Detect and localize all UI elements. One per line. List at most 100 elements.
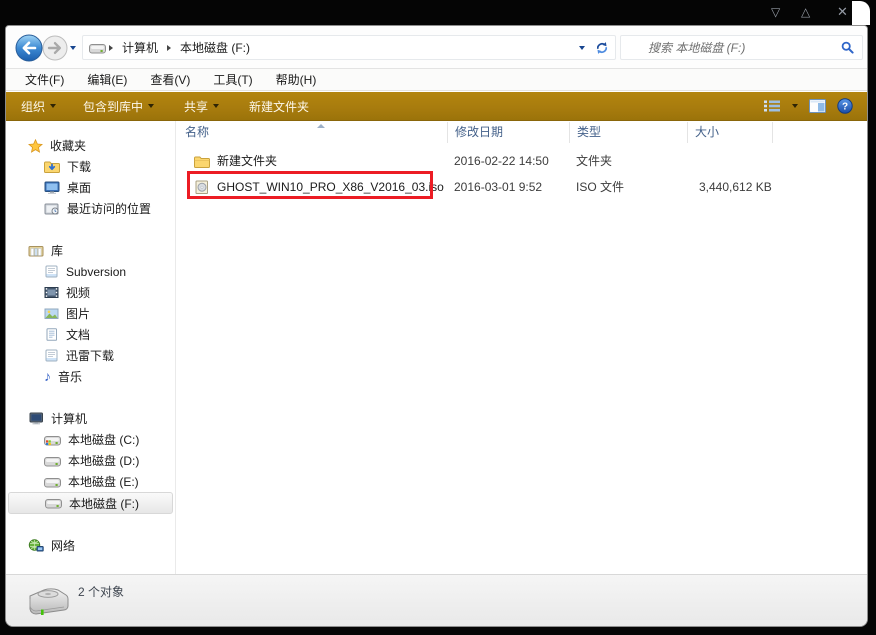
breadcrumb-local-disk-f[interactable]: 本地磁盘 (F:) [174, 37, 256, 58]
system-drive-icon [44, 434, 61, 446]
sidebar-item-music[interactable]: ♪ 音乐 [8, 366, 173, 387]
views-chevron-icon[interactable] [792, 104, 798, 108]
item-count: 2 个对象 [78, 583, 124, 600]
share-button[interactable]: 共享 [184, 98, 219, 115]
file-type: 文件夹 [576, 148, 612, 174]
preview-pane-icon[interactable] [809, 99, 826, 113]
star-icon [28, 139, 43, 153]
refresh-icon[interactable] [595, 41, 609, 55]
chevron-down-icon [213, 104, 219, 108]
column-header-date-modified[interactable]: 修改日期 [447, 121, 569, 144]
sidebar-label: 计算机 [51, 410, 87, 427]
menu-file[interactable]: 文件(F) [18, 69, 71, 90]
svg-text:?: ? [842, 102, 848, 113]
navigation-pane: 收藏夹 下载 [6, 121, 176, 574]
sidebar-item-network[interactable]: 网络 [6, 535, 175, 556]
sort-ascending-icon [317, 124, 325, 128]
sidebar-item-downloads[interactable]: 下载 [8, 156, 173, 177]
search-box[interactable] [620, 35, 863, 60]
window-corner [852, 1, 870, 25]
column-header-name[interactable]: 名称 [177, 121, 447, 144]
include-in-library-button[interactable]: 包含到库中 [83, 98, 154, 115]
network-icon [28, 539, 44, 553]
library-item-icon [44, 265, 59, 278]
sidebar-item-documents[interactable]: 文档 [8, 324, 173, 345]
computer-icon [28, 412, 44, 425]
sidebar-item-libraries[interactable]: 库 [6, 240, 175, 261]
file-type: ISO 文件 [576, 174, 624, 200]
sidebar-item-pictures[interactable]: 图片 [8, 303, 173, 324]
forward-button[interactable] [42, 35, 68, 61]
sidebar-label: 最近访问的位置 [67, 200, 151, 217]
drive-icon [44, 455, 61, 467]
highlight-box [187, 171, 433, 199]
chevron-down-icon [148, 104, 154, 108]
list-view-icon[interactable] [763, 99, 781, 113]
breadcrumb-separator-icon [167, 45, 171, 51]
search-input[interactable] [621, 37, 841, 58]
column-headers: 名称 修改日期 类型 大小 [177, 121, 867, 144]
column-header-size[interactable]: 大小 [687, 121, 772, 144]
sidebar-label: 图片 [66, 305, 90, 322]
menu-edit[interactable]: 编辑(E) [80, 69, 134, 90]
column-header-type[interactable]: 类型 [569, 121, 687, 144]
close-button[interactable]: ✕ [837, 4, 848, 20]
column-separator[interactable] [772, 122, 773, 143]
search-icon[interactable] [841, 41, 854, 54]
sidebar-section-computer: 计算机 本地磁盘 (C:) [6, 408, 175, 514]
sidebar-item-local-disk-d[interactable]: 本地磁盘 (D:) [8, 450, 173, 471]
chevron-down-icon [50, 104, 56, 108]
recent-pages-chevron-icon[interactable] [70, 46, 76, 50]
column-label: 名称 [185, 125, 209, 139]
sidebar-label: 文档 [66, 326, 90, 343]
new-folder-button[interactable]: 新建文件夹 [249, 98, 309, 115]
recent-places-icon [44, 202, 60, 215]
sidebar-section-libraries: 库 Subversion [6, 240, 175, 387]
sidebar-label: 本地磁盘 (F:) [69, 495, 139, 512]
sidebar-label: 库 [51, 242, 63, 259]
sidebar-label: Subversion [66, 265, 126, 279]
sidebar-item-local-disk-f[interactable]: 本地磁盘 (F:) [8, 492, 173, 514]
pictures-icon [44, 307, 59, 320]
menu-view[interactable]: 查看(V) [143, 69, 197, 90]
sidebar-label: 桌面 [67, 179, 91, 196]
content-area: 收藏夹 下载 [6, 121, 867, 574]
back-button[interactable] [15, 34, 43, 62]
file-date: 2016-02-22 14:50 [454, 148, 549, 174]
navigation-bar: 计算机 本地磁盘 (F:) [6, 26, 867, 69]
command-toolbar: 组织 包含到库中 共享 新建文件夹 [6, 92, 867, 121]
minimize-button[interactable]: ▽ [771, 4, 780, 20]
hard-drive-icon [24, 586, 70, 620]
sidebar-item-thunder-downloads[interactable]: 迅雷下载 [8, 345, 173, 366]
organize-button[interactable]: 组织 [21, 98, 56, 115]
breadcrumb-separator-icon [109, 45, 113, 51]
sidebar-label: 本地磁盘 (C:) [68, 431, 139, 448]
file-size: 3,440,612 KB [699, 174, 772, 200]
column-label: 修改日期 [455, 125, 503, 139]
address-history-chevron-icon[interactable] [579, 46, 585, 50]
sidebar-item-computer[interactable]: 计算机 [6, 408, 175, 429]
menu-tools[interactable]: 工具(T) [206, 69, 259, 90]
titlebar: ▽ △ ✕ [0, 0, 876, 25]
sidebar-item-favorites[interactable]: 收藏夹 [6, 135, 175, 156]
desktop-icon [44, 181, 60, 194]
menu-bar: 文件(F) 编辑(E) 查看(V) 工具(T) 帮助(H) [6, 69, 867, 91]
maximize-button[interactable]: △ [801, 4, 810, 20]
sidebar-item-local-disk-e[interactable]: 本地磁盘 (E:) [8, 471, 173, 492]
documents-icon [44, 328, 59, 341]
sidebar-item-subversion[interactable]: Subversion [8, 261, 173, 282]
sidebar-item-recent-places[interactable]: 最近访问的位置 [8, 198, 173, 219]
file-date: 2016-03-01 9:52 [454, 174, 542, 200]
library-icon [28, 244, 44, 257]
drive-icon [45, 497, 62, 509]
breadcrumb-computer[interactable]: 计算机 [116, 37, 164, 58]
share-label: 共享 [184, 98, 208, 115]
sidebar-item-local-disk-c[interactable]: 本地磁盘 (C:) [8, 429, 173, 450]
help-icon[interactable]: ? [837, 98, 853, 114]
address-bar[interactable]: 计算机 本地磁盘 (F:) [82, 35, 616, 60]
menu-help[interactable]: 帮助(H) [269, 69, 324, 90]
sidebar-item-desktop[interactable]: 桌面 [8, 177, 173, 198]
sidebar-label: 视频 [66, 284, 90, 301]
sidebar-label: 本地磁盘 (E:) [68, 473, 139, 490]
sidebar-item-videos[interactable]: 视频 [8, 282, 173, 303]
